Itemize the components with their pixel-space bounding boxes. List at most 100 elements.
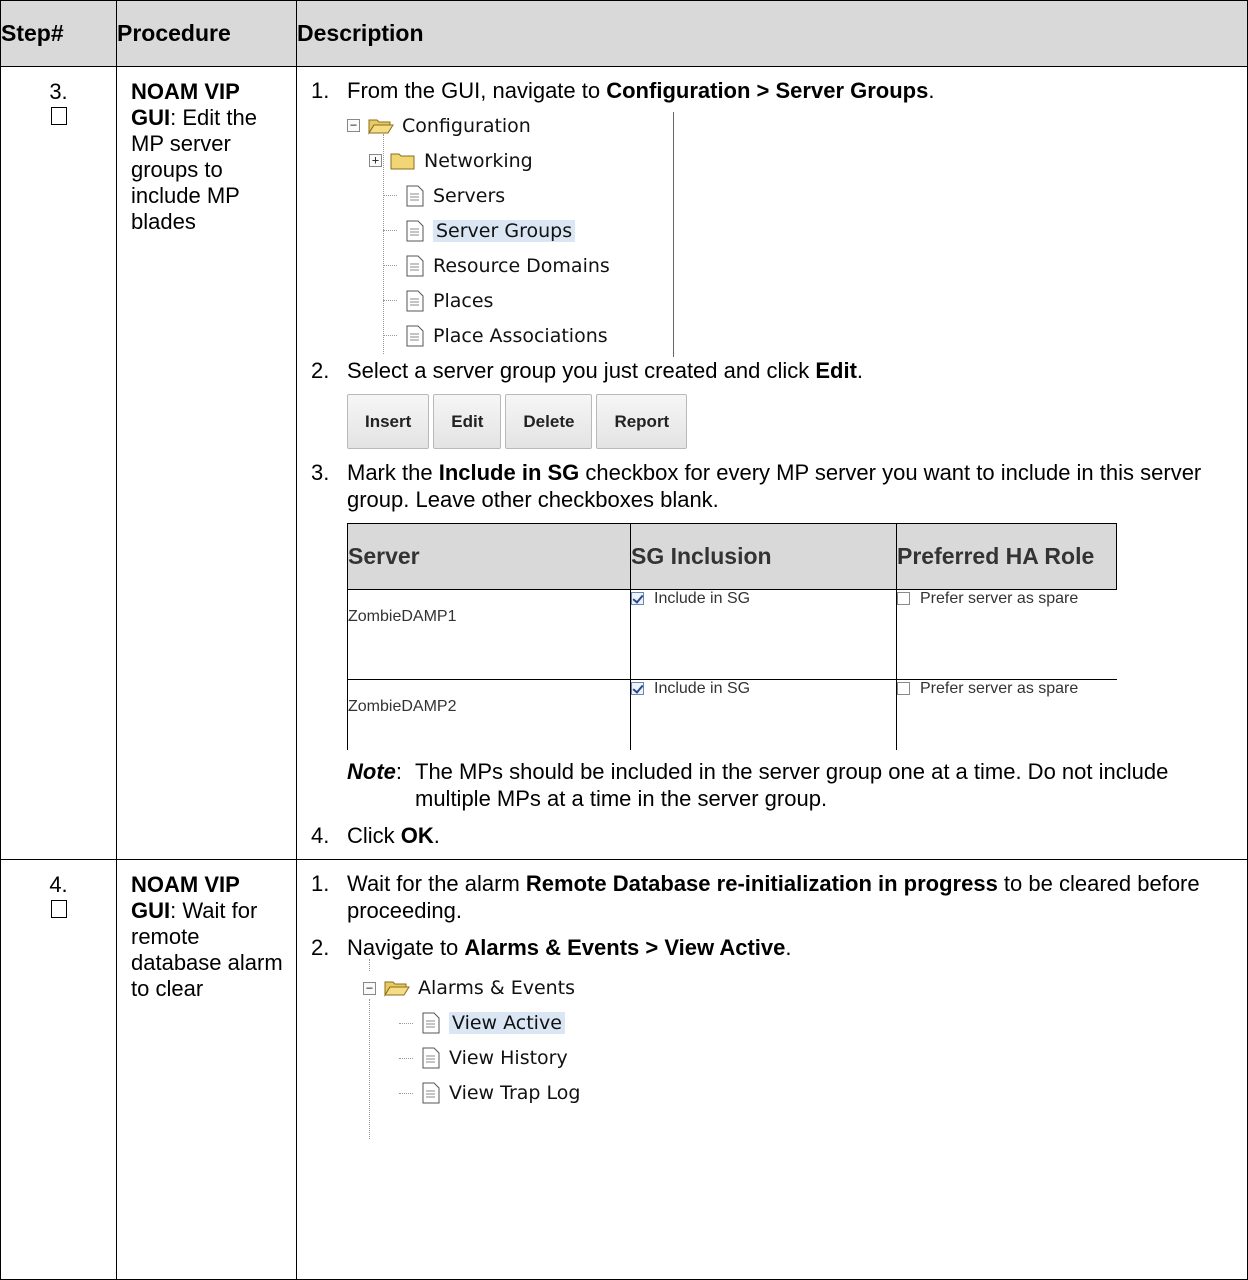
tree-item-places[interactable]: Places — [347, 283, 647, 318]
prefer-spare-checkbox[interactable] — [897, 592, 910, 606]
prefer-spare-checkbox[interactable] — [897, 682, 910, 696]
table-row: ZombieDAMP2 Include in SG Prefer server … — [347, 679, 1117, 750]
page-icon — [406, 325, 424, 346]
note-text: The MPs should be included in the server… — [415, 758, 1169, 811]
step-row-3: 3. NOAM VIP GUI: Edit the MP server grou… — [0, 66, 1248, 860]
item-text: Navigate to Alarms & Events > View Activ… — [347, 934, 792, 960]
tree-item-place-associations[interactable]: Place Associations — [347, 318, 647, 353]
tree-item-label: Networking — [424, 149, 533, 172]
step-number: 3. — [49, 79, 68, 104]
step-cell: 4. — [0, 858, 117, 1280]
item-number: 2. — [311, 934, 330, 960]
include-in-sg-checkbox[interactable] — [631, 592, 644, 606]
tree-root-label: Configuration — [402, 114, 531, 137]
sg-inclusion-cell: Include in SG — [630, 589, 897, 680]
sg-header-role: Preferred HA Role — [896, 523, 1117, 590]
list-item: 1. From the GUI, navigate to Configurati… — [311, 77, 1247, 104]
header-procedure: Procedure — [116, 0, 297, 67]
item-number: 2. — [311, 358, 330, 383]
tree-item-servers[interactable]: Servers — [347, 178, 647, 213]
header-row: Step# Procedure Description — [0, 0, 1248, 67]
tree-item-label: Servers — [433, 184, 506, 207]
list-item: 1. Wait for the alarm Remote Database re… — [311, 870, 1247, 924]
alarms-tree: − Alarms & Events View Active View Histo… — [363, 958, 1247, 1139]
step-number: 4. — [49, 871, 68, 897]
sg-header-inclusion: SG Inclusion — [630, 523, 897, 590]
collapse-icon[interactable]: − — [347, 119, 360, 132]
header-description: Description — [296, 0, 1248, 67]
edit-button[interactable]: Edit — [433, 394, 502, 449]
folder-icon — [390, 153, 415, 169]
ha-role-cell: Prefer server as spare — [896, 589, 1117, 680]
open-folder-icon — [384, 981, 410, 997]
item-text: Mark the Include in SG checkbox for ever… — [347, 460, 1202, 512]
report-button[interactable]: Report — [596, 394, 688, 449]
list-item: 2. Navigate to Alarms & Events > View Ac… — [311, 934, 1247, 961]
tree-item-view-trap-log[interactable]: View Trap Log — [363, 1076, 1247, 1111]
tree-item-view-active[interactable]: View Active — [363, 1006, 1247, 1041]
tree-item-networking[interactable]: + Networking — [347, 143, 647, 178]
page-icon — [406, 290, 424, 311]
item-number: 3. — [311, 460, 330, 485]
tree-item-label: View Trap Log — [449, 1082, 581, 1104]
sg-header-server: Server — [347, 523, 631, 590]
collapse-icon[interactable]: − — [363, 981, 376, 995]
delete-button[interactable]: Delete — [505, 394, 593, 449]
checkbox-label: Include in SG — [654, 680, 751, 697]
description-cell: 1. Wait for the alarm Remote Database re… — [296, 858, 1248, 1280]
tree-item-label: View History — [449, 1047, 568, 1069]
procedure-cell: NOAM VIP GUI: Wait for remote database a… — [116, 858, 297, 1280]
tree-item-label: Place Associations — [433, 324, 608, 347]
page-icon — [422, 1047, 440, 1069]
checkbox-label: Prefer server as spare — [920, 590, 1079, 607]
server-group-table: Server SG Inclusion Preferred HA Role Zo… — [347, 523, 1117, 750]
action-buttons: Insert Edit Delete Report — [347, 394, 1247, 449]
tree-root[interactable]: − Alarms & Events — [363, 971, 1247, 1006]
item-text: Select a server group you just created a… — [347, 358, 864, 383]
page-icon — [406, 220, 424, 241]
server-name: ZombieDAMP1 — [347, 589, 631, 680]
tree-item-resource-domains[interactable]: Resource Domains — [347, 248, 647, 283]
step-checkbox[interactable] — [50, 899, 67, 918]
description-cell: 1. From the GUI, navigate to Configurati… — [296, 66, 1248, 860]
item-text: From the GUI, navigate to Configuration … — [347, 78, 935, 103]
insert-button[interactable]: Insert — [347, 394, 430, 449]
expand-icon[interactable]: + — [369, 154, 382, 167]
item-number: 1. — [311, 870, 330, 896]
step-checkbox[interactable] — [50, 107, 67, 125]
tree-item-label: View Active — [449, 1012, 565, 1034]
procedure-cell: NOAM VIP GUI: Edit the MP server groups … — [116, 66, 297, 860]
tree-item-label: Places — [433, 289, 494, 312]
page-icon — [406, 185, 424, 206]
page-icon — [422, 1012, 440, 1034]
note: Note: The MPs should be included in the … — [347, 758, 1247, 812]
page-icon — [406, 255, 424, 276]
tree-item-label: Server Groups — [433, 219, 576, 242]
item-text: Click OK. — [347, 822, 440, 848]
note-label: Note — [347, 758, 396, 784]
checkbox-label: Include in SG — [654, 590, 751, 607]
configuration-tree: − Configuration + Networking Servers Ser… — [347, 108, 674, 357]
step-cell: 3. — [0, 66, 117, 860]
list-item: 4. Click OK. — [311, 822, 1247, 849]
list-item: 3. Mark the Include in SG checkbox for e… — [311, 459, 1247, 513]
item-text: Wait for the alarm Remote Database re-in… — [347, 870, 1200, 923]
procedure-table: Step# Procedure Description 3. NOAM VIP … — [0, 0, 1248, 1280]
checkbox-label: Prefer server as spare — [920, 680, 1079, 697]
list-item: 2. Select a server group you just create… — [311, 357, 1247, 384]
header-step: Step# — [0, 0, 117, 67]
table-row: ZombieDAMP1 Include in SG Prefer server … — [347, 589, 1117, 680]
item-number: 4. — [311, 822, 330, 848]
sg-inclusion-cell: Include in SG — [630, 679, 897, 750]
sg-header-row: Server SG Inclusion Preferred HA Role — [347, 523, 1117, 590]
page-icon — [422, 1082, 440, 1104]
open-folder-icon — [368, 119, 394, 135]
step-row-4: 4. NOAM VIP GUI: Wait for remote databas… — [0, 858, 1248, 1280]
server-name: ZombieDAMP2 — [347, 679, 631, 750]
tree-item-server-groups[interactable]: Server Groups — [347, 213, 647, 248]
tree-item-view-history[interactable]: View History — [363, 1041, 1247, 1076]
ha-role-cell: Prefer server as spare — [896, 679, 1117, 750]
tree-root[interactable]: − Configuration — [347, 108, 647, 143]
include-in-sg-checkbox[interactable] — [631, 682, 644, 696]
tree-root-label: Alarms & Events — [418, 977, 576, 999]
